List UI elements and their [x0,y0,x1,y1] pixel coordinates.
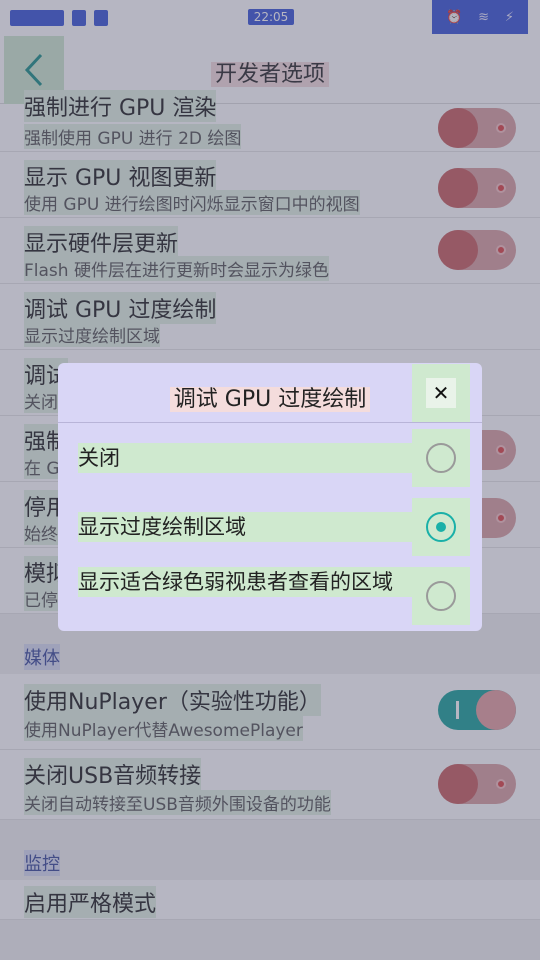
option-deuteranomaly[interactable]: 显示适合绿色弱视患者查看的区域 [58,567,482,627]
radio-button[interactable] [412,567,470,625]
radio-button[interactable] [412,498,470,556]
radio-unchecked-icon [426,443,456,473]
dialog-close-button[interactable]: ✕ [412,364,470,422]
option-show-overdraw[interactable]: 显示过度绘制区域 [58,498,482,556]
radio-unchecked-icon [426,581,456,611]
option-label: 显示适合绿色弱视患者查看的区域 [78,567,412,597]
option-off[interactable]: 关闭 [58,429,482,487]
dialog-divider [58,422,482,423]
overdraw-dialog: 调试 GPU 过度绘制 ✕ 关闭 显示过度绘制区域 显示适合绿色弱视患者查看的区… [58,363,482,631]
radio-checked-icon [426,512,456,542]
close-icon: ✕ [426,378,456,408]
radio-button[interactable] [412,429,470,487]
option-label: 显示过度绘制区域 [78,512,412,542]
option-label: 关闭 [78,443,412,473]
